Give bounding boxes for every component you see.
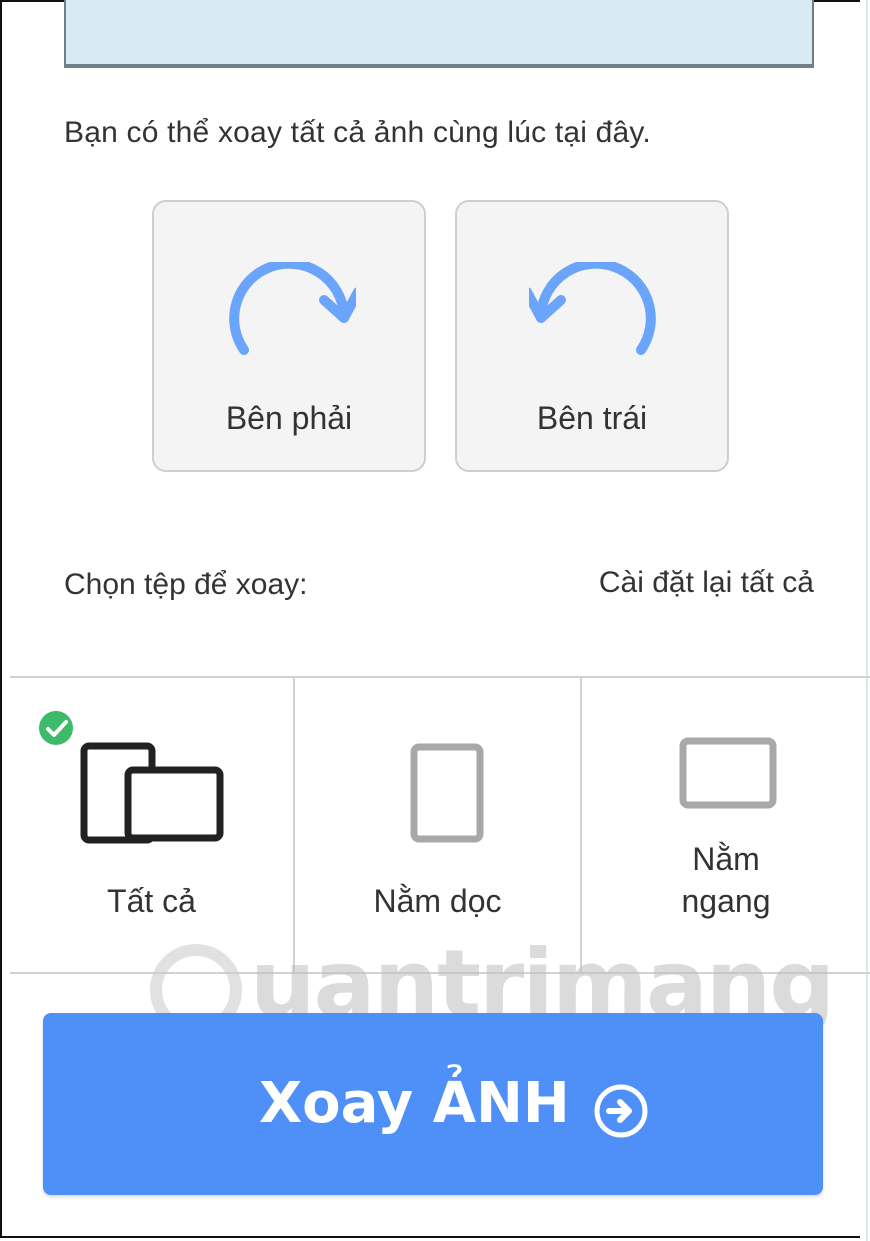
rotate-left-label: Bên trái xyxy=(536,400,648,436)
rotate-counterclockwise-icon xyxy=(529,262,656,355)
arrow-right-circle-icon xyxy=(594,1084,648,1138)
rotate-left-button[interactable]: Bên trái xyxy=(455,200,729,472)
all-orientations-icon xyxy=(80,742,224,844)
info-text: Bạn có thể xoay tất cả ảnh cùng lúc tại … xyxy=(64,116,651,149)
filter-landscape-label-line2: ngang xyxy=(681,883,771,919)
rotate-images-label: Xoay ẢNH xyxy=(259,1071,570,1136)
rotate-right-button[interactable]: Bên phải xyxy=(152,200,426,472)
selected-check-icon xyxy=(36,708,76,748)
portrait-icon xyxy=(410,743,484,843)
preview-panel xyxy=(64,0,814,68)
filter-all-label: Tất cả xyxy=(107,883,196,919)
choose-files-label: Chọn tệp để xoay: xyxy=(64,568,308,601)
rotate-images-button[interactable]: Xoay ẢNH xyxy=(43,1013,823,1195)
rotate-right-label: Bên phải xyxy=(225,400,353,436)
reset-all-link[interactable]: Cài đặt lại tất cả xyxy=(599,566,814,600)
rotate-clockwise-icon xyxy=(229,262,356,355)
scrollbar-edge xyxy=(866,0,868,1241)
filter-portrait-label: Nằm dọc xyxy=(373,883,502,919)
landscape-icon xyxy=(679,737,777,809)
filter-landscape-label-line1: Nằm xyxy=(692,841,760,877)
